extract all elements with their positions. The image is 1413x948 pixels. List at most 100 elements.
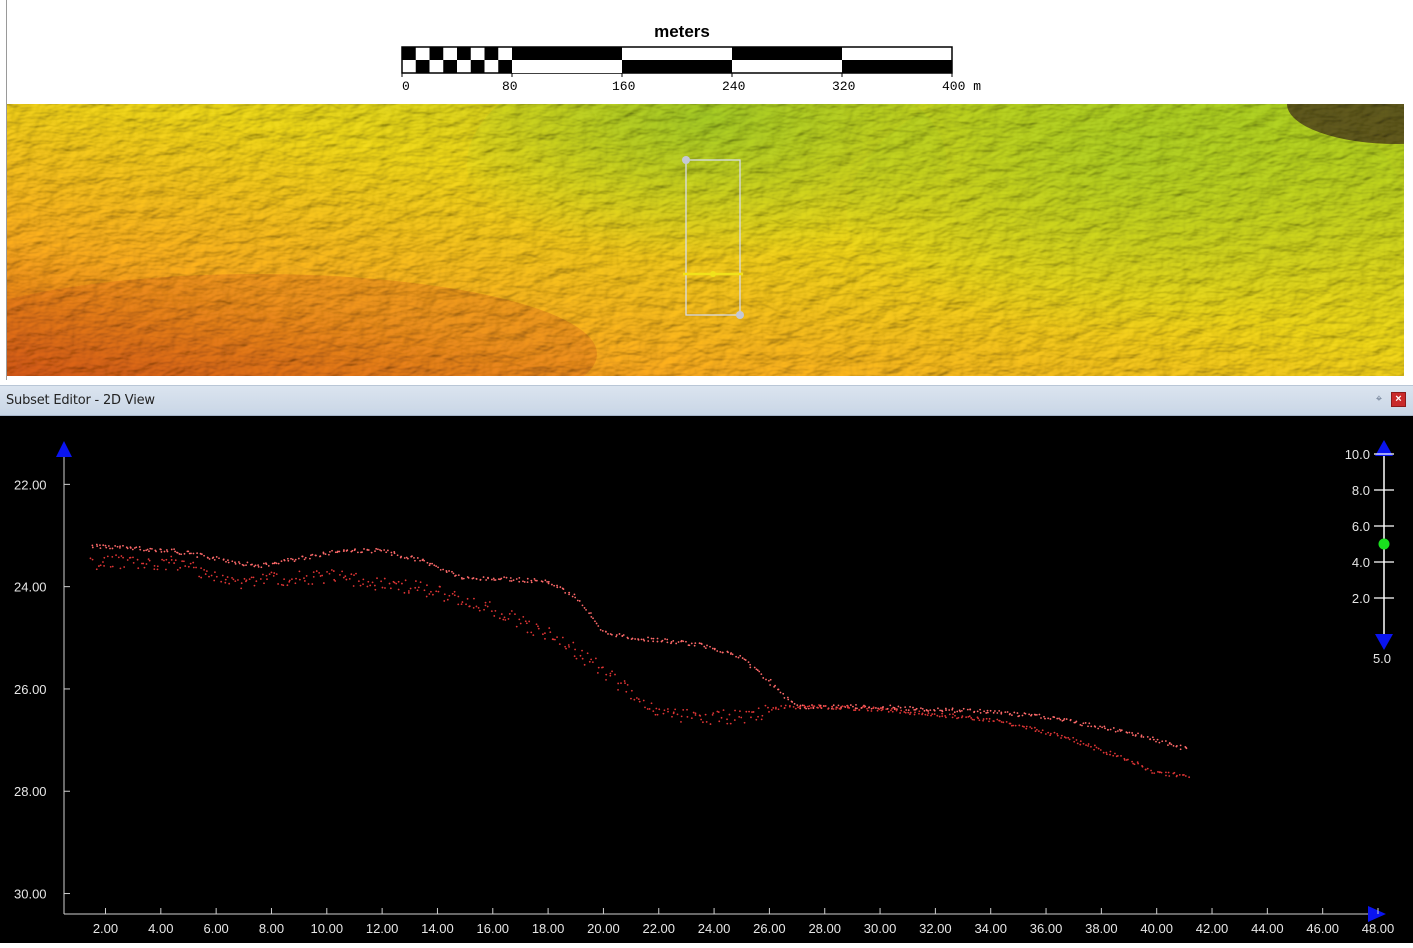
scale-segment — [512, 60, 622, 73]
sounding-point — [655, 707, 658, 710]
sounding-point — [395, 582, 398, 585]
sounding-point — [334, 551, 337, 554]
x-tick-label: 20.00 — [587, 921, 620, 936]
sounding-point — [535, 579, 538, 582]
close-icon[interactable]: × — [1391, 392, 1406, 407]
scale-slider-label: 4.0 — [1352, 555, 1370, 570]
x-tick-label: 32.00 — [919, 921, 952, 936]
sounding-point — [927, 710, 930, 712]
sounding-point — [409, 587, 412, 590]
sounding-point — [397, 588, 400, 591]
sounding-point — [482, 576, 485, 578]
sounding-point — [227, 561, 230, 564]
sounding-point — [610, 633, 613, 636]
sounding-point — [1170, 743, 1173, 746]
sounding-point — [500, 613, 503, 615]
scale-bar-title: meters — [654, 22, 710, 41]
pin-icon[interactable]: ⌖ — [1373, 392, 1385, 406]
sounding-point — [432, 593, 434, 596]
sounding-point — [155, 550, 157, 553]
sounding-point — [1016, 712, 1019, 714]
scale-segment — [842, 60, 952, 73]
sounding-point — [615, 634, 618, 636]
sounding-point — [1173, 771, 1176, 774]
sounding-point — [348, 577, 351, 580]
sounding-point — [220, 580, 223, 583]
sounding-point — [1053, 716, 1056, 719]
sounding-point — [740, 716, 743, 719]
sounding-point — [998, 719, 1001, 722]
sounding-point — [907, 709, 910, 712]
profile-plot[interactable]: 22.00 24.00 26.00 28.00 30.00 2.00 4.00 6.00 8.0… — [0, 416, 1413, 943]
selection-handle[interactable] — [736, 311, 744, 319]
sounding-point — [291, 558, 294, 561]
sounding-point — [727, 651, 729, 654]
sounding-point — [143, 549, 145, 552]
sounding-point — [973, 718, 975, 721]
sounding-point — [931, 713, 934, 715]
sounding-point — [633, 698, 636, 701]
sounding-point — [1014, 724, 1017, 727]
sounding-point — [366, 585, 369, 588]
sounding-point — [646, 708, 649, 710]
sounding-point — [561, 636, 564, 639]
sounding-point — [428, 564, 431, 567]
sounding-point — [1030, 727, 1033, 730]
sounding-point — [597, 666, 600, 669]
sounding-point — [225, 560, 227, 563]
sounding-point — [611, 670, 613, 673]
sounding-point — [1112, 754, 1115, 757]
sounding-point — [663, 709, 666, 712]
sounding-point — [457, 595, 460, 598]
sounding-point — [153, 568, 156, 571]
sounding-point — [630, 689, 633, 692]
sounding-point — [672, 712, 675, 715]
x-tick-label: 28.00 — [808, 921, 841, 936]
sounding-point — [535, 623, 538, 626]
sounding-point — [813, 705, 816, 707]
sounding-point — [1033, 713, 1036, 716]
sounding-point — [1140, 735, 1143, 738]
sounding-point — [502, 618, 505, 621]
sounding-point — [1105, 751, 1108, 754]
selection-handle[interactable] — [682, 156, 690, 164]
profile-midpoint[interactable] — [710, 271, 716, 277]
sounding-point — [1099, 725, 1101, 728]
sounding-point — [160, 551, 163, 553]
sounding-point — [1056, 734, 1059, 737]
sounding-point — [356, 551, 359, 554]
bathymetry-map[interactable] — [7, 104, 1404, 376]
sounding-point — [874, 707, 877, 709]
sounding-point — [260, 566, 263, 569]
sounding-point — [213, 579, 216, 582]
sounding-point — [564, 645, 567, 648]
sounding-point — [998, 709, 1001, 712]
sounding-point — [559, 586, 562, 588]
sounding-point — [168, 561, 170, 564]
sounding-point — [286, 557, 289, 560]
sounding-point — [989, 709, 992, 712]
scale-slider-knob[interactable] — [1378, 538, 1390, 550]
sounding-point — [478, 609, 481, 612]
sounding-point — [568, 591, 571, 594]
subset-editor-titlebar[interactable]: Subset Editor - 2D View ⌖ × — [0, 385, 1413, 416]
sounding-point — [461, 601, 464, 603]
sounding-point — [505, 576, 508, 579]
sounding-point — [1165, 771, 1167, 774]
sounding-point — [525, 622, 528, 625]
sounding-point — [648, 708, 651, 710]
sounding-point — [311, 553, 314, 556]
sounding-point — [968, 715, 971, 718]
sounding-point — [1004, 711, 1007, 714]
sounding-point — [924, 713, 927, 716]
sounding-point — [332, 570, 335, 572]
sounding-point — [195, 566, 197, 569]
sounding-point — [1049, 718, 1052, 720]
sounding-point — [948, 709, 951, 711]
sounding-point — [973, 711, 975, 714]
sounding-point — [1047, 731, 1050, 734]
scale-down-arrow-icon[interactable] — [1375, 634, 1393, 650]
sounding-point — [621, 635, 624, 637]
sounding-point — [909, 713, 911, 716]
sounding-point — [355, 572, 357, 575]
